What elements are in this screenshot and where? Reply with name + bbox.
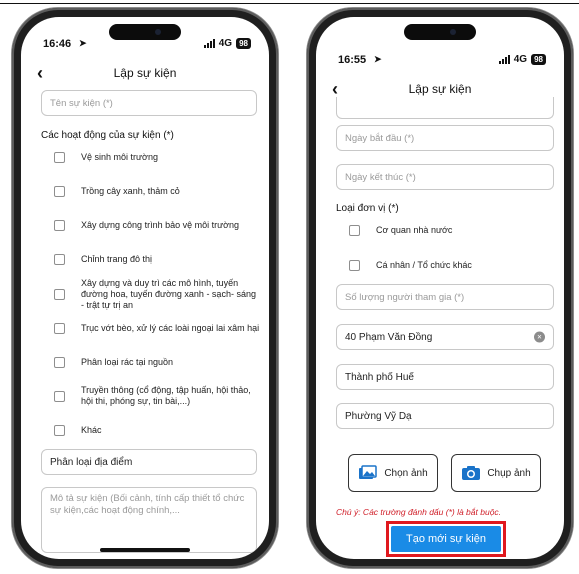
screen-left: 16:46 ➤ 4G 98 ‹ Lập sự kiện Tên sự kiện …: [21, 17, 269, 559]
create-event-button[interactable]: Tạo mới sự kiện: [391, 526, 501, 552]
battery-icon: 98: [236, 38, 251, 49]
activity-checkbox-row[interactable]: Chỉnh trang đô thị: [54, 254, 251, 265]
nav-bar: ‹ Lập sự kiện: [21, 61, 269, 87]
gallery-icon: [359, 465, 378, 479]
location-type-select[interactable]: Phân loại địa điểm: [41, 449, 257, 475]
checkbox[interactable]: [54, 186, 65, 197]
activity-checkbox-row[interactable]: Xây dựng và duy trì các mô hình, tuyến đ…: [54, 278, 256, 311]
unit-type-checkbox-row[interactable]: Cơ quan nhà nước: [349, 225, 452, 236]
activity-checkbox-row[interactable]: Vệ sinh môi trường: [54, 152, 251, 163]
end-date-input[interactable]: Ngày kết thúc (*): [336, 164, 554, 190]
top-border-line: [0, 3, 579, 4]
choose-photo-button[interactable]: Chọn ảnh: [348, 454, 438, 492]
status-time: 16:55: [338, 54, 367, 66]
signal-icon: [498, 55, 510, 64]
checkbox[interactable]: [349, 225, 360, 236]
clear-icon[interactable]: ×: [534, 331, 545, 343]
participants-input[interactable]: Số lượng người tham gia (*): [336, 284, 554, 310]
battery-icon: 98: [531, 54, 546, 65]
take-photo-button[interactable]: Chụp ảnh: [451, 454, 541, 492]
activity-checkbox-row[interactable]: Xây dựng công trình bảo vệ môi trường: [54, 220, 256, 231]
activity-checkbox-row[interactable]: Truyền thông (cổ động, tập huấn, hội thả…: [54, 385, 256, 407]
event-name-input[interactable]: Tên sự kiện (*): [41, 90, 257, 116]
phone-right: 16:55 ➤ 4G 98 ‹ Lập sự kiện Ngày bắt đầu…: [307, 8, 573, 568]
start-date-input[interactable]: Ngày bắt đầu (*): [336, 125, 554, 151]
phone-left: 16:46 ➤ 4G 98 ‹ Lập sự kiện Tên sự kiện …: [12, 8, 278, 568]
activity-checkbox-row[interactable]: Trồng cây xanh, thảm cỏ: [54, 186, 251, 197]
checkbox[interactable]: [54, 289, 65, 300]
status-bar: 16:55 ➤ 4G 98: [316, 54, 564, 72]
checkbox[interactable]: [54, 152, 65, 163]
status-bar: 16:46 ➤ 4G 98: [21, 38, 269, 56]
address-input[interactable]: 40 Phạm Văn Đồng ×: [336, 324, 554, 350]
checkbox[interactable]: [54, 425, 65, 436]
activity-checkbox-row[interactable]: Khác: [54, 425, 251, 436]
page-title: Lập sự kiện: [113, 66, 177, 80]
checkbox[interactable]: [54, 391, 65, 402]
network-type: 4G: [513, 54, 528, 65]
network-type: 4G: [218, 38, 233, 49]
signal-icon: [203, 39, 215, 48]
checkbox[interactable]: [54, 323, 65, 334]
camera-icon: [462, 466, 481, 480]
checkbox[interactable]: [54, 254, 65, 265]
scrolled-field[interactable]: [336, 97, 554, 119]
city-select[interactable]: Thành phố Huế: [336, 364, 554, 390]
activities-label: Các hoạt động của sự kiện (*): [41, 130, 174, 141]
status-time: 16:46: [43, 38, 72, 50]
submit-highlight: Tạo mới sự kiện: [386, 521, 506, 557]
activity-checkbox-row[interactable]: Phân loại rác tại nguồn: [54, 357, 251, 368]
location-arrow-icon: ➤: [79, 38, 87, 48]
checkbox[interactable]: [349, 260, 360, 271]
unit-type-label: Loại đơn vị (*): [336, 203, 399, 214]
description-textarea[interactable]: Mô tả sự kiện (Bối cảnh, tính cấp thiết …: [41, 487, 257, 553]
screen-right: 16:55 ➤ 4G 98 ‹ Lập sự kiện Ngày bắt đầu…: [316, 17, 564, 559]
checkbox[interactable]: [54, 220, 65, 231]
home-indicator: [100, 548, 190, 552]
page-title: Lập sự kiện: [408, 82, 472, 96]
activity-checkbox-row[interactable]: Trục vớt bèo, xử lý các loài ngoại lai x…: [54, 323, 266, 334]
location-arrow-icon: ➤: [374, 54, 382, 64]
checkbox[interactable]: [54, 357, 65, 368]
required-note: Chú ý: Các trường đánh dấu (*) là bắt bu…: [336, 507, 502, 517]
ward-select[interactable]: Phường Vỹ Dạ: [336, 403, 554, 429]
unit-type-checkbox-row[interactable]: Cá nhân / Tổ chức khác: [349, 260, 472, 271]
dynamic-island: [404, 24, 476, 40]
